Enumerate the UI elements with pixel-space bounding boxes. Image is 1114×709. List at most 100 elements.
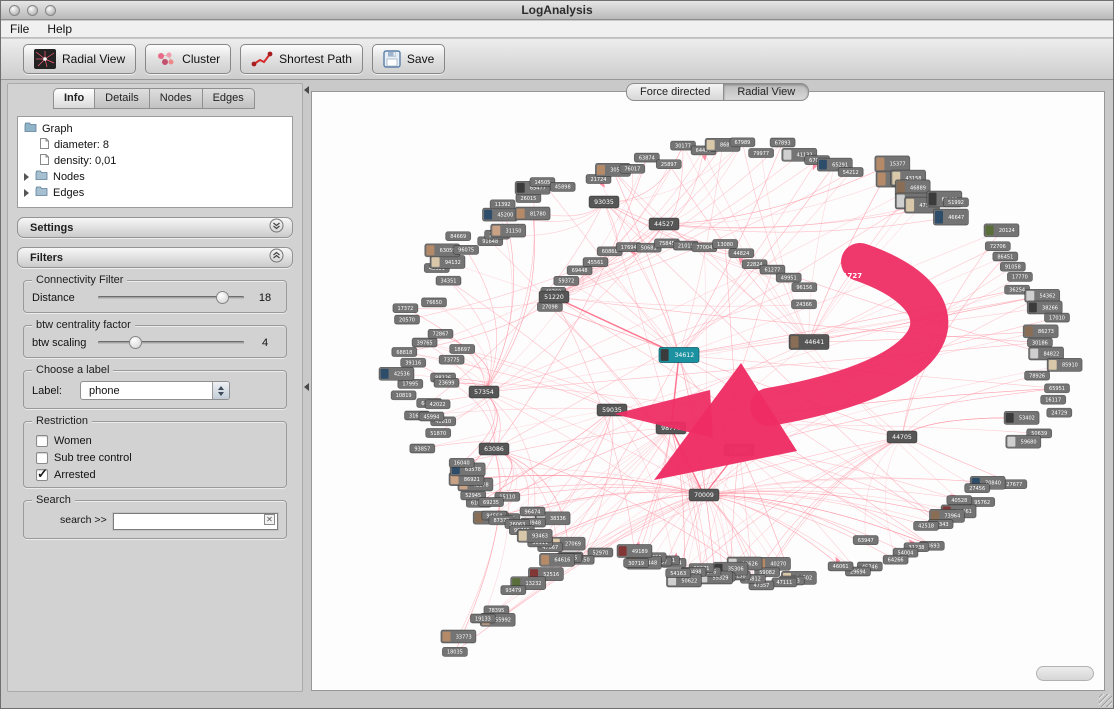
svg-text:63059: 63059 (440, 248, 456, 254)
combo-stepper-icon[interactable] (212, 382, 229, 399)
svg-text:85910: 85910 (1062, 363, 1078, 369)
search-input[interactable] (113, 513, 278, 530)
svg-text:36254: 36254 (1009, 288, 1025, 294)
slider-thumb[interactable] (129, 336, 142, 349)
arrested-checkbox-row[interactable]: Arrested (32, 466, 278, 483)
checkbox-0[interactable] (36, 435, 48, 447)
shortest-path-button-label: Shortest Path (279, 52, 352, 66)
svg-text:25897: 25897 (661, 162, 677, 168)
filters-header[interactable]: Filters (17, 247, 293, 268)
svg-text:27098: 27098 (542, 305, 558, 311)
btw-scaling-value: 4 (252, 337, 278, 349)
svg-text:30186: 30186 (1032, 340, 1048, 346)
svg-text:93479: 93479 (505, 588, 521, 594)
menu-item-help[interactable]: Help (47, 22, 72, 36)
save-icon (383, 50, 401, 68)
svg-text:24729: 24729 (1051, 411, 1067, 417)
svg-text:64266: 64266 (888, 558, 904, 564)
svg-text:33773: 33773 (456, 634, 472, 640)
filters-panel: Connectivity Filter Distance 18 btw cent… (17, 268, 293, 539)
svg-text:51220: 51220 (544, 294, 564, 301)
app-window: LogAnalysis File Help Radial View Cluste… (0, 0, 1114, 709)
svg-text:50622: 50622 (681, 578, 697, 584)
mini-button[interactable] (1036, 666, 1094, 681)
svg-text:52516: 52516 (543, 572, 559, 578)
collapse-left-arrow-icon[interactable] (304, 383, 309, 391)
svg-text:70009: 70009 (694, 492, 714, 499)
svg-text:20124: 20124 (999, 228, 1015, 234)
svg-text:30719: 30719 (628, 561, 644, 567)
search-group: Search search >> ✕ (23, 500, 287, 539)
svg-text:51870: 51870 (430, 431, 446, 437)
svg-text:64616: 64616 (554, 558, 570, 564)
tree-row-density[interactable]: density: 0,01 (24, 153, 286, 169)
svg-text:41727: 41727 (838, 272, 862, 280)
svg-text:72706: 72706 (990, 244, 1006, 250)
tab-details[interactable]: Details (95, 88, 150, 109)
checkbox-label: Women (54, 435, 92, 447)
svg-text:44527: 44527 (654, 221, 674, 228)
svg-text:34612: 34612 (674, 352, 694, 359)
resize-grip[interactable] (1099, 694, 1112, 707)
svg-text:93463: 93463 (532, 534, 548, 540)
tab-edges[interactable]: Edges (203, 88, 255, 109)
svg-text:63947: 63947 (858, 538, 874, 544)
women-checkbox-row[interactable]: Women (32, 432, 278, 449)
checkbox-2[interactable] (36, 469, 48, 481)
group-legend: btw centrality factor (32, 319, 135, 331)
tab-nodes[interactable]: Nodes (150, 88, 203, 109)
tab-force-directed[interactable]: Force directed (626, 83, 724, 101)
tree-row-diameter[interactable]: diameter: 8 (24, 137, 286, 153)
label-combo[interactable]: phone (80, 381, 230, 400)
svg-text:44641: 44641 (804, 339, 824, 346)
checkbox-1[interactable] (36, 452, 48, 464)
svg-text:46061: 46061 (833, 564, 849, 570)
group-legend: Search (32, 494, 75, 506)
svg-text:16117: 16117 (1045, 398, 1061, 404)
svg-text:45200: 45200 (497, 212, 513, 218)
settings-header[interactable]: Settings (17, 217, 293, 238)
network-graph[interactable]: 2709848769593726944845561608681769450681… (312, 92, 1106, 692)
cluster-button[interactable]: Cluster (145, 44, 231, 74)
svg-text:91058: 91058 (1005, 265, 1021, 271)
left-panel-tabs: Info Details Nodes Edges (53, 88, 293, 109)
svg-text:73964: 73964 (944, 514, 960, 520)
svg-text:18697: 18697 (454, 347, 470, 353)
svg-text:81780: 81780 (530, 211, 546, 217)
disclosure-triangle-icon[interactable] (24, 189, 29, 197)
radial-view-button-label: Radial View (62, 52, 125, 66)
disclosure-triangle-icon[interactable] (24, 173, 29, 181)
panel-splitter[interactable] (303, 83, 311, 692)
svg-text:72867: 72867 (433, 332, 449, 338)
collapse-double-chevron-icon[interactable] (269, 248, 284, 268)
btw-scaling-slider[interactable] (98, 336, 244, 349)
save-button[interactable]: Save (372, 44, 445, 74)
toolbar: Radial View Cluster Shortest Path Save (1, 39, 1113, 80)
slider-thumb[interactable] (216, 291, 229, 304)
clear-search-icon[interactable]: ✕ (264, 514, 275, 525)
distance-slider[interactable] (98, 291, 244, 304)
svg-text:67893: 67893 (775, 140, 791, 146)
svg-text:17995: 17995 (402, 382, 418, 388)
expand-double-chevron-icon[interactable] (269, 218, 284, 238)
svg-text:54163: 54163 (670, 571, 686, 577)
svg-text:57354: 57354 (474, 389, 494, 396)
tree-row-nodes[interactable]: Nodes (24, 169, 286, 185)
folder-icon (35, 186, 48, 200)
tree-row-edges[interactable]: Edges (24, 185, 286, 201)
sub-tree-control-checkbox-row[interactable]: Sub tree control (32, 449, 278, 466)
svg-text:44824: 44824 (733, 251, 749, 257)
svg-text:54362: 54362 (1040, 294, 1056, 300)
group-legend: Restriction (32, 415, 92, 427)
tab-info[interactable]: Info (53, 88, 95, 109)
menu-item-file[interactable]: File (10, 22, 29, 36)
shortest-path-button[interactable]: Shortest Path (240, 44, 363, 74)
collapse-left-arrow-icon[interactable] (304, 86, 309, 94)
tree-row-graph[interactable]: Graph (24, 121, 286, 137)
btw-scaling-label: btw scaling (32, 337, 90, 349)
svg-text:59680: 59680 (1021, 440, 1037, 446)
svg-text:63578: 63578 (465, 467, 481, 473)
tab-radial-view[interactable]: Radial View (724, 83, 809, 101)
graph-canvas[interactable]: Force directed Radial View 2709848769593… (311, 91, 1105, 691)
radial-view-button[interactable]: Radial View (23, 44, 136, 74)
